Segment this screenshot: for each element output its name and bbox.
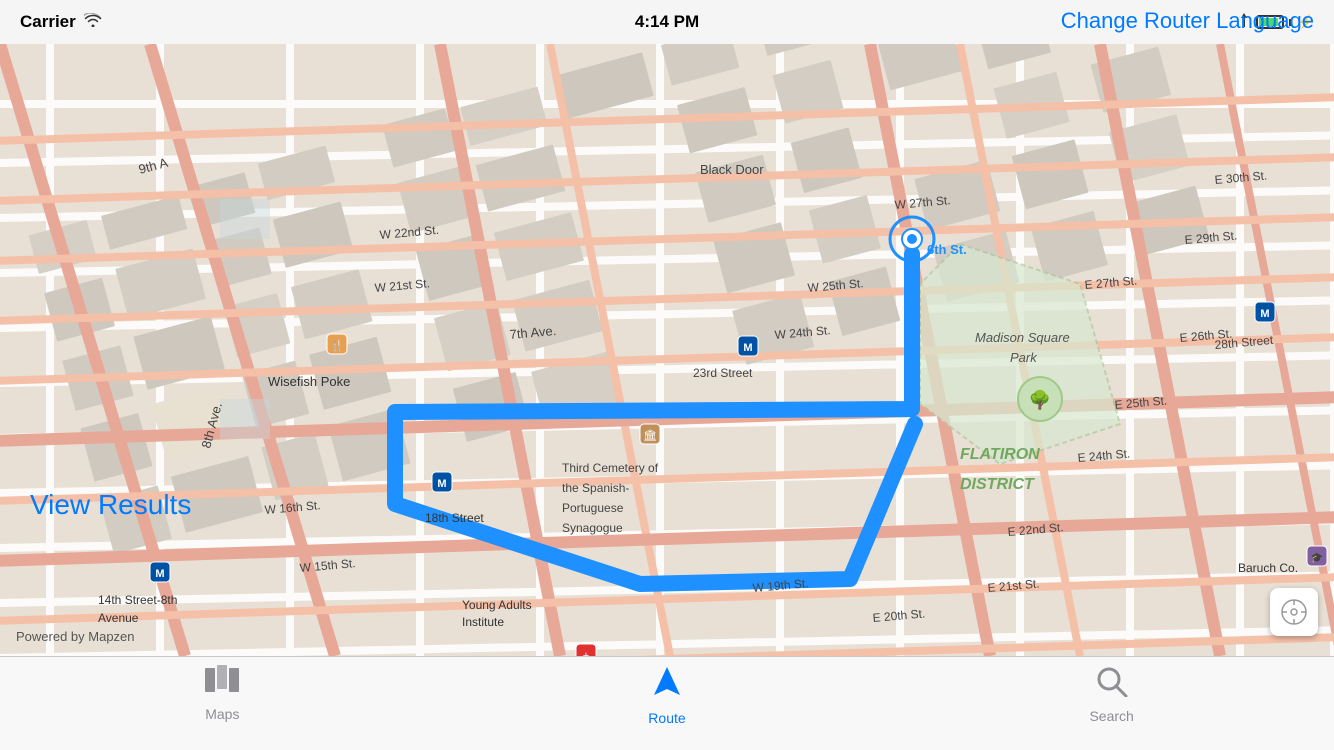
svg-text:Young Adults: Young Adults: [462, 598, 532, 612]
tab-search[interactable]: Search: [889, 665, 1334, 724]
svg-text:Avenue: Avenue: [98, 611, 139, 625]
svg-text:Madison Square: Madison Square: [975, 330, 1070, 345]
change-router-language-button[interactable]: Change Router Language: [1061, 8, 1314, 34]
tab-route[interactable]: Route: [445, 665, 890, 726]
svg-text:14th Street-8th: 14th Street-8th: [98, 593, 177, 607]
svg-text:M: M: [1260, 308, 1269, 320]
search-icon: [1095, 665, 1129, 704]
svg-text:M: M: [743, 342, 752, 354]
svg-text:M: M: [437, 478, 446, 490]
svg-text:Baruch Co.: Baruch Co.: [1238, 561, 1298, 575]
map-svg: 🌳 M M M M M 🍴 🏛 + 🎓: [0, 44, 1334, 656]
route-icon: [650, 665, 684, 706]
maps-tab-label: Maps: [205, 706, 239, 722]
wifi-icon: [84, 12, 102, 32]
svg-text:DISTRICT: DISTRICT: [960, 476, 1035, 493]
svg-text:23rd Street: 23rd Street: [693, 366, 753, 380]
svg-text:Wisefish Poke: Wisefish Poke: [268, 374, 350, 389]
svg-text:+: +: [583, 650, 589, 656]
carrier-label: Carrier: [20, 12, 76, 32]
route-tab-label: Route: [648, 710, 685, 726]
map-area: 🌳 M M M M M 🍴 🏛 + 🎓: [0, 44, 1334, 656]
svg-text:🏛: 🏛: [643, 429, 657, 442]
status-time: 4:14 PM: [635, 12, 699, 32]
status-left: Carrier: [20, 12, 102, 32]
tab-maps[interactable]: Maps: [0, 665, 445, 722]
svg-text:6th St.: 6th St.: [927, 242, 967, 257]
view-results-button[interactable]: View Results: [30, 489, 191, 521]
maps-icon: [205, 665, 239, 702]
svg-text:Park: Park: [1010, 350, 1038, 365]
svg-text:18th Street: 18th Street: [425, 511, 484, 525]
svg-text:M: M: [155, 568, 164, 580]
compass-button[interactable]: [1270, 588, 1318, 636]
svg-text:🌳: 🌳: [1029, 389, 1051, 410]
svg-text:Portuguese: Portuguese: [562, 501, 624, 515]
svg-text:🎓: 🎓: [1311, 552, 1323, 564]
svg-text:the Spanish-: the Spanish-: [562, 481, 629, 495]
tab-bar: Maps Route Search: [0, 656, 1334, 750]
svg-text:Black Door: Black Door: [700, 162, 764, 177]
svg-text:Third Cemetery of: Third Cemetery of: [562, 461, 659, 475]
svg-text:FLATIRON: FLATIRON: [960, 446, 1040, 463]
powered-by-label: Powered by Mapzen: [16, 629, 135, 644]
svg-text:Synagogue: Synagogue: [562, 521, 623, 535]
svg-text:Institute: Institute: [462, 615, 504, 629]
search-tab-label: Search: [1089, 708, 1133, 724]
svg-text:🍴: 🍴: [330, 339, 344, 352]
